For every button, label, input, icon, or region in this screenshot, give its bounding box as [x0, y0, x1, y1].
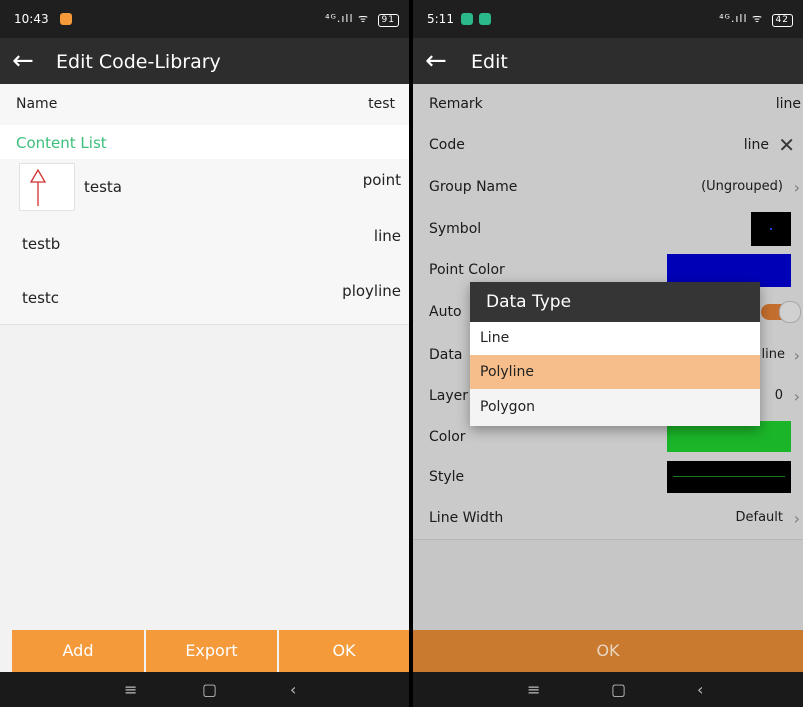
item-name: testb [22, 235, 61, 253]
status-time: 5:11 [427, 12, 454, 26]
name-value: test [368, 96, 395, 112]
add-button[interactable]: Add [12, 630, 144, 672]
page-title: Edit [471, 51, 508, 73]
notification-icon [461, 13, 473, 25]
notification-icon [60, 13, 72, 25]
notification-icon [479, 13, 491, 25]
name-row[interactable]: Name test [0, 84, 409, 126]
item-type: ployline [342, 282, 401, 300]
menu-icon[interactable]: ≡ [527, 680, 540, 699]
status-indicators: ⁴ᴳ.ıll ᯤ 42 [719, 11, 793, 27]
menu-icon[interactable]: ≡ [124, 680, 137, 699]
arrow-left-icon[interactable]: ← [425, 47, 447, 75]
signal-icon: ⁴ᴳ.ıll ᯤ [719, 12, 764, 25]
title-bar: ← Edit [413, 38, 803, 84]
bottom-action-bar: Add Export OK [0, 630, 409, 672]
option-line[interactable]: Line [470, 322, 760, 355]
bottom-action-bar: OK [413, 630, 803, 672]
data-type-dialog: Data Type Line Polyline Polygon [470, 282, 760, 426]
name-label: Name [16, 96, 58, 112]
item-name: testc [22, 289, 60, 307]
option-polygon[interactable]: Polygon [470, 389, 760, 426]
item-name: testa [84, 178, 122, 196]
right-screen: 5:11 ⁴ᴳ.ıll ᯤ 42 ← Edit Remark line Code… [413, 0, 803, 707]
content-list-header: Content List [0, 125, 409, 159]
system-nav-bar: ≡ ▢ ‹ [0, 672, 409, 707]
point-symbol-icon [19, 163, 75, 211]
signal-icon: ⁴ᴳ.ıll ᯤ [325, 12, 370, 25]
home-icon[interactable]: ▢ [202, 680, 217, 699]
option-polyline[interactable]: Polyline [470, 355, 760, 389]
list-item[interactable]: testb line [0, 214, 409, 271]
status-bar: 10:43 ⁴ᴳ.ıll ᯤ 91 [0, 0, 409, 38]
ok-button[interactable]: OK [279, 630, 409, 672]
home-icon[interactable]: ▢ [611, 680, 626, 699]
left-screen: 10:43 ⁴ᴳ.ıll ᯤ 91 ← Edit Code-Library Na… [0, 0, 409, 707]
status-bar: 5:11 ⁴ᴳ.ıll ᯤ 42 [413, 0, 803, 38]
export-button[interactable]: Export [146, 630, 277, 672]
list-item[interactable]: testc ployline [0, 270, 409, 325]
arrow-left-icon[interactable]: ← [12, 47, 34, 75]
section-title: Content List [16, 134, 107, 152]
item-type: point [362, 171, 401, 189]
status-indicators: ⁴ᴳ.ıll ᯤ 91 [325, 11, 399, 27]
list-item[interactable]: testa point [0, 159, 409, 215]
page-title: Edit Code-Library [56, 51, 221, 73]
dialog-title: Data Type [470, 282, 760, 322]
nav-back-icon[interactable]: ‹ [290, 680, 296, 699]
status-time: 10:43 [14, 12, 49, 26]
item-type: line [373, 227, 401, 245]
ok-button[interactable]: OK [413, 630, 803, 672]
title-bar: ← Edit Code-Library [0, 38, 409, 84]
battery-icon: 42 [771, 14, 793, 27]
nav-back-icon[interactable]: ‹ [697, 680, 703, 699]
battery-icon: 91 [377, 14, 399, 27]
system-nav-bar: ≡ ▢ ‹ [413, 672, 803, 707]
